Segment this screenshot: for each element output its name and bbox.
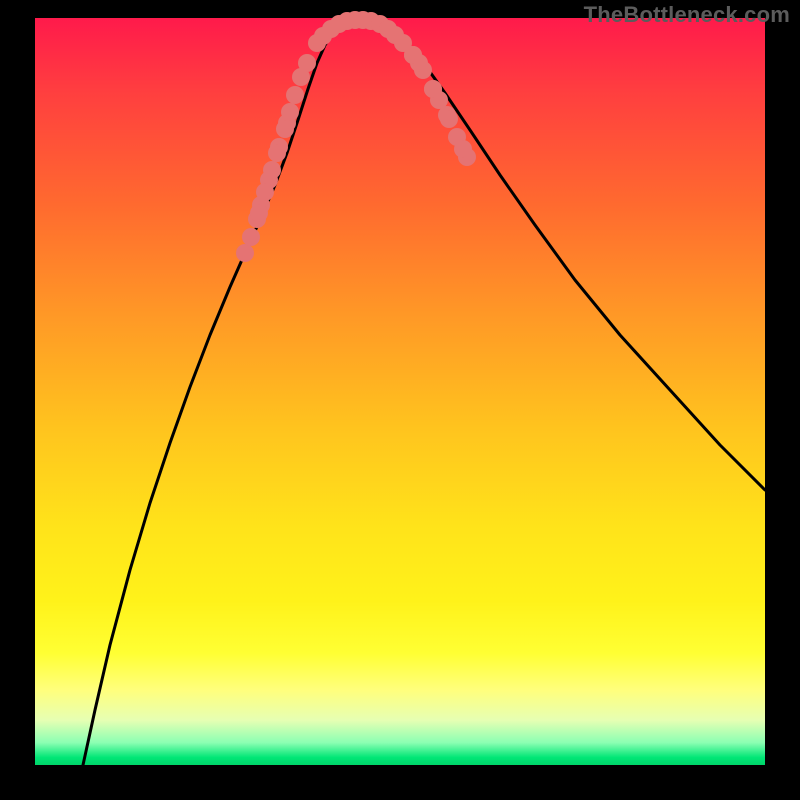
bottleneck-curve — [83, 20, 765, 765]
data-point — [298, 54, 316, 72]
data-point — [256, 183, 274, 201]
data-point — [286, 86, 304, 104]
data-point — [250, 204, 268, 222]
chart-svg — [35, 18, 765, 765]
data-point — [424, 80, 442, 98]
watermark-text: TheBottleneck.com — [584, 2, 790, 28]
data-point — [440, 110, 458, 128]
data-point — [263, 161, 281, 179]
data-point — [454, 140, 472, 158]
markers-layer — [236, 11, 476, 262]
data-point — [268, 144, 286, 162]
data-point — [281, 103, 299, 121]
curve-layer — [83, 20, 765, 765]
data-point — [276, 120, 294, 138]
data-point — [404, 46, 422, 64]
data-point — [242, 228, 260, 246]
data-point — [236, 244, 254, 262]
plot-area — [35, 18, 765, 765]
chart-frame: TheBottleneck.com — [0, 0, 800, 800]
